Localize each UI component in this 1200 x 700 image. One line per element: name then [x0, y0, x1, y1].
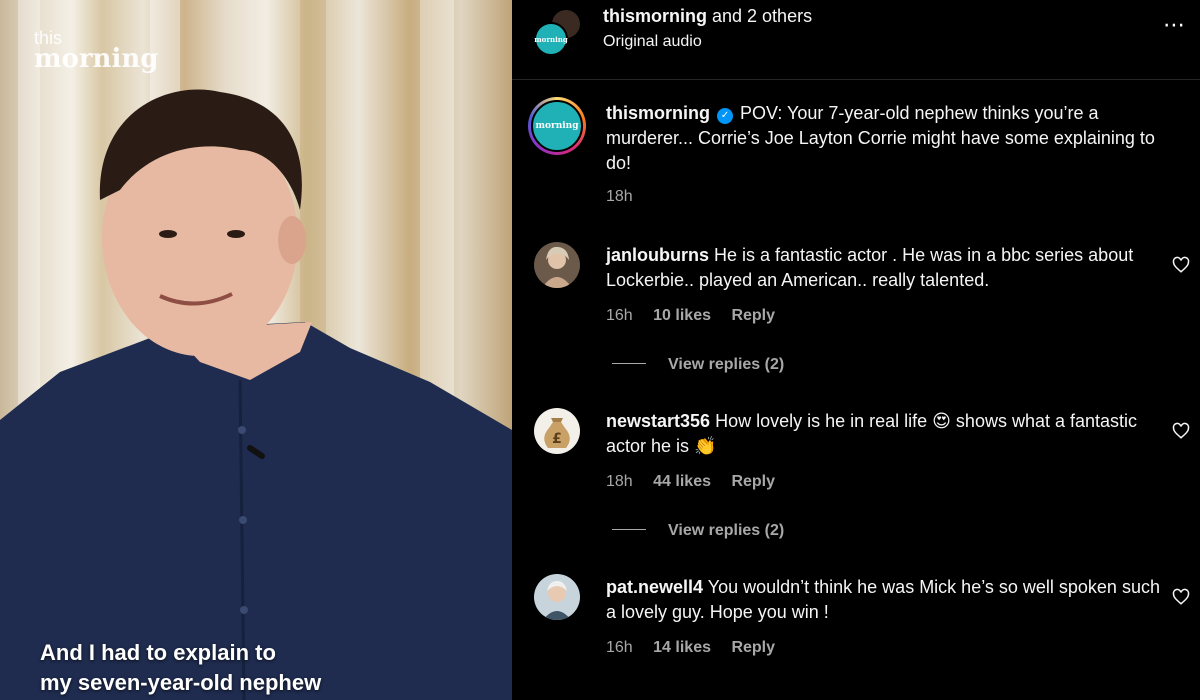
brand-logo: this morning [34, 29, 159, 75]
reply-button[interactable]: Reply [731, 639, 775, 656]
commenter-avatar[interactable] [534, 242, 580, 288]
view-replies-label: View replies (2) [668, 356, 785, 373]
reply-button[interactable]: Reply [731, 307, 775, 324]
presenter-eye [227, 230, 245, 238]
header-title: thismorning and 2 others [603, 6, 812, 27]
logo-line-2: morning [34, 44, 159, 75]
presenter-eye [159, 230, 177, 238]
reply-button[interactable]: Reply [731, 473, 775, 490]
avatar-photo [542, 246, 572, 288]
comment-text: pat.newell4 You wouldn’t think he was Mi… [606, 575, 1166, 625]
comment-time[interactable]: 16h [606, 307, 633, 324]
shirt-button [239, 516, 247, 524]
header-collab-suffix[interactable]: and 2 others [707, 6, 812, 26]
like-heart-icon[interactable] [1172, 588, 1190, 606]
comment-username[interactable]: janlouburns [606, 245, 709, 265]
caption-line-2: my seven-year-old nephew [40, 670, 322, 695]
collab-avatar-primary: morning [534, 22, 568, 56]
comment-likes[interactable]: 14 likes [653, 639, 711, 656]
video-player[interactable]: this morning And I had to explain to my … [0, 0, 512, 700]
like-heart-icon[interactable] [1172, 422, 1190, 440]
like-heart-icon[interactable] [1172, 256, 1190, 274]
shirt-button [238, 426, 246, 434]
view-replies-button[interactable]: View replies (2) [612, 356, 784, 374]
comment-username[interactable]: newstart356 [606, 411, 710, 431]
post-header: morning thismorning and 2 others Origina… [512, 0, 1200, 80]
comment-likes[interactable]: 10 likes [653, 307, 711, 324]
avatar-monogram: morning [531, 100, 583, 152]
post-author-avatar[interactable]: morning [528, 97, 586, 155]
comment-text: newstart356 How lovely is he in real lif… [606, 409, 1166, 459]
money-bag-icon: £ [544, 418, 570, 448]
video-caption: And I had to explain to my seven-year-ol… [40, 638, 321, 698]
comment-text: janlouburns He is a fantastic actor . He… [606, 243, 1166, 293]
header-account-link[interactable]: thismorning [603, 6, 707, 26]
presenter-figure [0, 89, 512, 700]
comment-time[interactable]: 18h [606, 473, 633, 490]
comment-username[interactable]: pat.newell4 [606, 577, 703, 597]
replies-divider [612, 529, 646, 530]
comment-meta: 16h 10 likes Reply [606, 307, 791, 325]
caption-line-1: And I had to explain to [40, 640, 276, 665]
avatar-monogram-text: morning [535, 120, 579, 131]
view-replies-button[interactable]: View replies (2) [612, 522, 784, 540]
verified-badge-icon: ✓ [717, 108, 734, 124]
post-username[interactable]: thismorning [606, 103, 710, 123]
replies-divider [612, 363, 646, 364]
post-meta: 18h [606, 188, 649, 206]
commenter-avatar[interactable] [534, 574, 580, 620]
presenter-ear [278, 216, 306, 264]
comments-panel: morning thismorning and 2 others Origina… [512, 0, 1200, 700]
post-time[interactable]: 18h [606, 188, 633, 205]
collab-avatars[interactable]: morning [534, 8, 582, 56]
comment-meta: 16h 14 likes Reply [606, 639, 791, 657]
commenter-avatar[interactable]: £ [534, 408, 580, 454]
view-replies-label: View replies (2) [668, 522, 785, 539]
caption-text: thismorning ✓ POV: Your 7-year-old nephe… [606, 101, 1166, 176]
avatar-photo [543, 581, 571, 620]
comment-meta: 18h 44 likes Reply [606, 473, 791, 491]
audio-link[interactable]: Original audio [603, 33, 702, 51]
svg-text:£: £ [552, 431, 562, 447]
more-options-icon[interactable]: ⋯ [1163, 14, 1186, 36]
avatar-monogram: morning [534, 34, 568, 44]
comment-time[interactable]: 16h [606, 639, 633, 656]
comment-likes[interactable]: 44 likes [653, 473, 711, 490]
shirt-button [240, 606, 248, 614]
